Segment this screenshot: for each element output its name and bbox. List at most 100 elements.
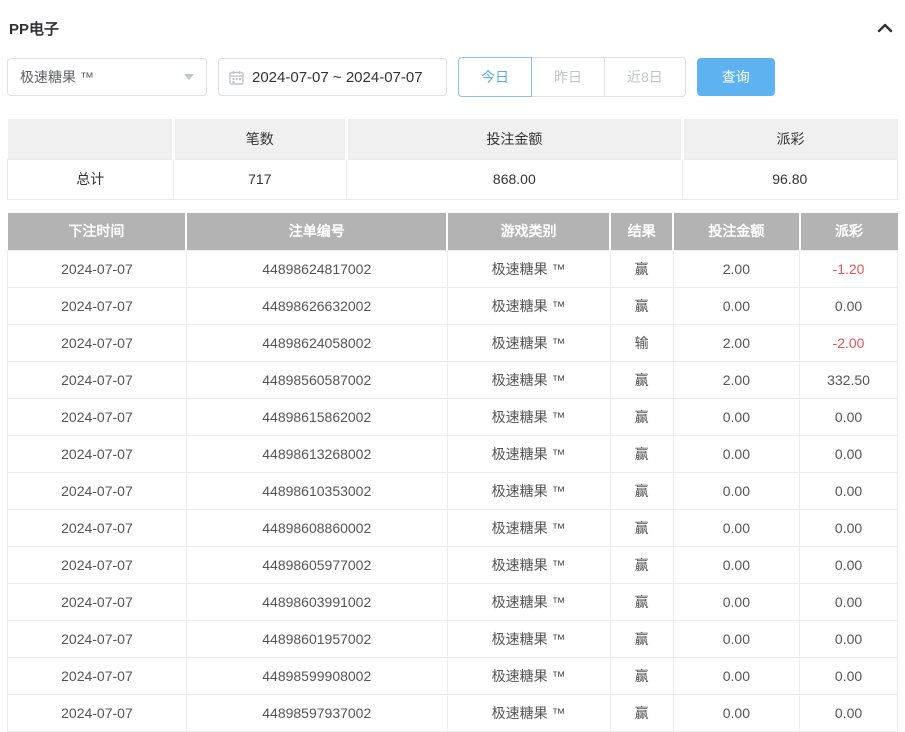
- header-result: 结果: [610, 213, 673, 251]
- header-bet-amount: 投注金额: [673, 213, 799, 251]
- cell-bet-time: 2024-07-07: [8, 436, 187, 473]
- cell-game-type: 极速糖果 ™: [447, 547, 610, 584]
- table-row: 2024-07-0744898560587002极速糖果 ™赢2.00332.5…: [8, 362, 898, 399]
- table-row: 2024-07-0744898608860002极速糖果 ™赢0.000.00: [8, 510, 898, 547]
- header-bet-time: 下注时间: [8, 213, 187, 251]
- summary-header-count: 笔数: [173, 119, 347, 159]
- cell-game-type: 极速糖果 ™: [447, 288, 610, 325]
- cell-bet-time: 2024-07-07: [8, 584, 187, 621]
- cell-game-type: 极速糖果 ™: [447, 362, 610, 399]
- cell-game-type: 极速糖果 ™: [447, 473, 610, 510]
- cell-result: 赢: [610, 547, 673, 584]
- query-button[interactable]: 查询: [697, 58, 775, 96]
- cell-bet-amount: 0.00: [673, 510, 799, 547]
- caret-down-icon: [184, 74, 194, 80]
- cell-payout: 0.00: [800, 473, 898, 510]
- cell-game-type: 极速糖果 ™: [447, 251, 610, 288]
- cell-game-type: 极速糖果 ™: [447, 658, 610, 695]
- cell-order-no: 44898610353002: [186, 473, 447, 510]
- cell-bet-amount: 0.00: [673, 584, 799, 621]
- cell-result: 赢: [610, 436, 673, 473]
- game-select[interactable]: 极速糖果 ™: [7, 58, 207, 96]
- panel-header: PP电子: [7, 0, 898, 40]
- table-row: 2024-07-0744898613268002极速糖果 ™赢0.000.00: [8, 436, 898, 473]
- cell-result: 赢: [610, 473, 673, 510]
- cell-bet-amount: 0.00: [673, 436, 799, 473]
- cell-order-no: 44898603991002: [186, 584, 447, 621]
- table-row: 2024-07-0744898624817002极速糖果 ™赢2.00-1.20: [8, 251, 898, 288]
- cell-payout: 0.00: [800, 584, 898, 621]
- cell-result: 赢: [610, 399, 673, 436]
- summary-header-payout: 派彩: [682, 119, 897, 159]
- cell-order-no: 44898624058002: [186, 325, 447, 362]
- table-row: 2024-07-0744898615862002极速糖果 ™赢0.000.00: [8, 399, 898, 436]
- page-title: PP电子: [9, 18, 59, 39]
- cell-result: 输: [610, 325, 673, 362]
- summary-header-row: 笔数 投注金额 派彩: [8, 119, 898, 159]
- cell-game-type: 极速糖果 ™: [447, 621, 610, 658]
- cell-bet-amount: 2.00: [673, 251, 799, 288]
- cell-result: 赢: [610, 510, 673, 547]
- cell-result: 赢: [610, 362, 673, 399]
- cell-bet-amount: 0.00: [673, 695, 799, 732]
- cell-game-type: 极速糖果 ™: [447, 510, 610, 547]
- cell-bet-amount: 0.00: [673, 547, 799, 584]
- cell-order-no: 44898599908002: [186, 658, 447, 695]
- today-button[interactable]: 今日: [458, 57, 532, 97]
- cell-order-no: 44898613268002: [186, 436, 447, 473]
- chevron-up-icon: [876, 23, 894, 38]
- cell-payout: -2.00: [800, 325, 898, 362]
- cell-result: 赢: [610, 584, 673, 621]
- yesterday-button[interactable]: 昨日: [531, 57, 605, 97]
- summary-total-count: 717: [173, 159, 347, 199]
- cell-bet-amount: 0.00: [673, 473, 799, 510]
- header-payout: 派彩: [800, 213, 898, 251]
- header-order-no: 注单编号: [186, 213, 447, 251]
- filter-row: 极速糖果 ™ 2024-07-07 ~ 2024-07-07 今日: [7, 57, 898, 97]
- cell-payout: 0.00: [800, 695, 898, 732]
- cell-order-no: 44898615862002: [186, 399, 447, 436]
- table-row: 2024-07-0744898610353002极速糖果 ™赢0.000.00: [8, 473, 898, 510]
- cell-result: 赢: [610, 621, 673, 658]
- cell-bet-amount: 2.00: [673, 325, 799, 362]
- cell-order-no: 44898597937002: [186, 695, 447, 732]
- cell-bet-time: 2024-07-07: [8, 621, 187, 658]
- cell-order-no: 44898624817002: [186, 251, 447, 288]
- cell-result: 赢: [610, 251, 673, 288]
- cell-bet-amount: 0.00: [673, 399, 799, 436]
- pp-electronic-panel: PP电子 极速糖果 ™: [0, 0, 905, 732]
- cell-game-type: 极速糖果 ™: [447, 325, 610, 362]
- table-row: 2024-07-0744898599908002极速糖果 ™赢0.000.00: [8, 658, 898, 695]
- cell-bet-time: 2024-07-07: [8, 547, 187, 584]
- cell-game-type: 极速糖果 ™: [447, 399, 610, 436]
- cell-bet-time: 2024-07-07: [8, 399, 187, 436]
- records-body: 2024-07-0744898624817002极速糖果 ™赢2.00-1.20…: [8, 251, 898, 732]
- cell-payout: -1.20: [800, 251, 898, 288]
- cell-bet-time: 2024-07-07: [8, 288, 187, 325]
- last-8-days-button[interactable]: 近8日: [604, 57, 686, 97]
- cell-game-type: 极速糖果 ™: [447, 436, 610, 473]
- date-range-input[interactable]: 2024-07-07 ~ 2024-07-07: [218, 58, 447, 96]
- calendar-icon: [229, 70, 244, 85]
- collapse-button[interactable]: [874, 19, 896, 37]
- cell-bet-time: 2024-07-07: [8, 473, 187, 510]
- cell-bet-amount: 0.00: [673, 621, 799, 658]
- table-row: 2024-07-0744898597937002极速糖果 ™赢0.000.00: [8, 695, 898, 732]
- cell-result: 赢: [610, 288, 673, 325]
- cell-payout: 0.00: [800, 288, 898, 325]
- cell-bet-time: 2024-07-07: [8, 362, 187, 399]
- cell-bet-time: 2024-07-07: [8, 325, 187, 362]
- cell-result: 赢: [610, 695, 673, 732]
- cell-bet-amount: 2.00: [673, 362, 799, 399]
- summary-header-bet-amount: 投注金额: [347, 119, 683, 159]
- cell-payout: 0.00: [800, 399, 898, 436]
- header-game-type: 游戏类别: [447, 213, 610, 251]
- cell-bet-amount: 0.00: [673, 658, 799, 695]
- cell-bet-time: 2024-07-07: [8, 251, 187, 288]
- records-table: 下注时间 注单编号 游戏类别 结果 投注金额 派彩 2024-07-074489…: [7, 213, 898, 732]
- game-select-value: 极速糖果 ™: [20, 67, 94, 87]
- table-row: 2024-07-0744898626632002极速糖果 ™赢0.000.00: [8, 288, 898, 325]
- table-row: 2024-07-0744898603991002极速糖果 ™赢0.000.00: [8, 584, 898, 621]
- cell-bet-time: 2024-07-07: [8, 695, 187, 732]
- summary-table: 笔数 投注金额 派彩 总计 717 868.00 96.80: [7, 119, 898, 200]
